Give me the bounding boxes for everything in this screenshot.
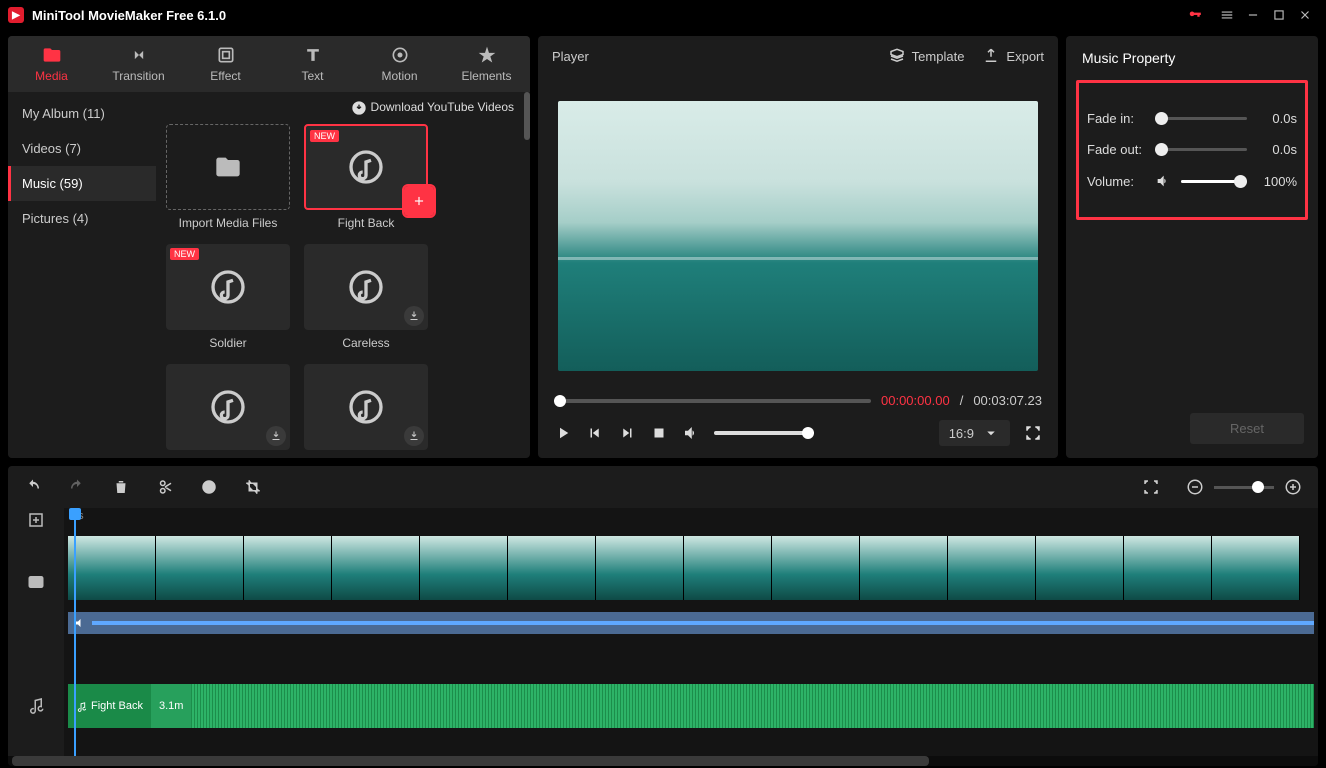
video-track-icon: [8, 532, 64, 632]
tile-caption: Careless: [342, 336, 389, 350]
new-badge: NEW: [310, 130, 339, 142]
download-icon[interactable]: [404, 306, 424, 326]
import-media-tile[interactable]: [166, 124, 290, 210]
reset-button[interactable]: Reset: [1190, 413, 1304, 444]
add-track-button[interactable]: [8, 508, 64, 532]
media-sidebar: My Album (11) Videos (7) Music (59) Pict…: [8, 92, 156, 458]
menu-icon[interactable]: [1214, 2, 1240, 28]
seek-slider[interactable]: [554, 399, 871, 403]
playhead[interactable]: [74, 508, 76, 756]
tab-media[interactable]: Media: [8, 36, 95, 92]
maximize-button[interactable]: [1266, 2, 1292, 28]
music-tile-fight-back[interactable]: NEW: [304, 124, 428, 210]
app-logo: ▶: [8, 7, 24, 23]
play-button[interactable]: [554, 424, 572, 442]
duration: 00:03:07.23: [973, 393, 1042, 408]
split-button[interactable]: [156, 478, 174, 496]
volume-icon[interactable]: [682, 424, 700, 442]
tab-elements[interactable]: Elements: [443, 36, 530, 92]
undo-button[interactable]: [24, 478, 42, 496]
tile-caption: Fight Back: [338, 216, 395, 230]
volume-icon[interactable]: [1155, 173, 1171, 189]
fullscreen-button[interactable]: [1024, 424, 1042, 442]
next-frame-button[interactable]: [618, 424, 636, 442]
music-tile-soldier[interactable]: NEW: [166, 244, 290, 330]
music-tile[interactable]: [166, 364, 290, 450]
delete-button[interactable]: [112, 478, 130, 496]
volume-slider[interactable]: [714, 431, 814, 435]
close-button[interactable]: [1292, 2, 1318, 28]
timeline-h-scrollbar[interactable]: [8, 756, 1318, 766]
sidebar-item-album[interactable]: My Album (11): [8, 96, 156, 131]
download-icon[interactable]: [404, 426, 424, 446]
fade-out-slider[interactable]: [1155, 148, 1247, 151]
music-clip[interactable]: Fight Back 3.1m: [68, 684, 1314, 728]
timeline-toolbar: [8, 466, 1318, 508]
music-clip-length: 3.1m: [159, 700, 183, 712]
music-clip-name: Fight Back: [91, 700, 143, 712]
music-track-icon: [8, 678, 64, 732]
sidebar-item-videos[interactable]: Videos (7): [8, 131, 156, 166]
import-caption: Import Media Files: [179, 216, 278, 230]
export-button[interactable]: Export: [982, 47, 1044, 65]
speed-button[interactable]: [200, 478, 218, 496]
tab-effect[interactable]: Effect: [182, 36, 269, 92]
volume-value: 100%: [1257, 174, 1297, 189]
prev-frame-button[interactable]: [586, 424, 604, 442]
music-tile[interactable]: [304, 364, 428, 450]
fade-out-label: Fade out:: [1087, 142, 1145, 157]
volume-label: Volume:: [1087, 174, 1145, 189]
time-ruler[interactable]: 0s: [64, 508, 1318, 532]
crop-button[interactable]: [244, 478, 262, 496]
current-time: 00:00:00.00: [881, 393, 950, 408]
player-panel: Player Template Export 00:00:00.00 / 00:…: [538, 36, 1058, 458]
tile-caption: Soldier: [209, 336, 246, 350]
tab-transition[interactable]: Transition: [95, 36, 182, 92]
property-highlight: Fade in: 0.0s Fade out: 0.0s Volume: 100…: [1076, 80, 1308, 220]
sidebar-item-music[interactable]: Music (59): [8, 166, 156, 201]
zoom-in-button[interactable]: [1284, 478, 1302, 496]
fade-in-label: Fade in:: [1087, 111, 1145, 126]
video-track[interactable]: [68, 532, 1318, 612]
redo-button[interactable]: [68, 478, 86, 496]
new-badge: NEW: [170, 248, 199, 260]
media-panel: Media Transition Effect Text Motion Elem…: [8, 36, 530, 458]
player-title: Player: [552, 49, 589, 64]
download-icon[interactable]: [266, 426, 286, 446]
video-preview[interactable]: [558, 101, 1038, 371]
add-to-timeline-button[interactable]: [404, 186, 434, 216]
aspect-ratio-select[interactable]: 16:9: [939, 420, 1010, 446]
music-tile-careless[interactable]: [304, 244, 428, 330]
minimize-button[interactable]: [1240, 2, 1266, 28]
fade-out-value: 0.0s: [1257, 142, 1297, 157]
tab-text[interactable]: Text: [269, 36, 356, 92]
key-icon[interactable]: [1182, 2, 1208, 28]
linked-audio-track[interactable]: [68, 612, 1314, 634]
fit-button[interactable]: [1142, 478, 1160, 496]
tab-motion[interactable]: Motion: [356, 36, 443, 92]
volume-prop-slider[interactable]: [1181, 180, 1247, 183]
main-tabs: Media Transition Effect Text Motion Elem…: [8, 36, 530, 92]
template-button[interactable]: Template: [888, 47, 965, 65]
property-panel: Music Property Fade in: 0.0s Fade out: 0…: [1066, 36, 1318, 458]
zoom-slider[interactable]: [1214, 486, 1274, 489]
stop-button[interactable]: [650, 424, 668, 442]
fade-in-value: 0.0s: [1257, 111, 1297, 126]
zoom-out-button[interactable]: [1186, 478, 1204, 496]
sidebar-item-pictures[interactable]: Pictures (4): [8, 201, 156, 236]
download-youtube-link[interactable]: Download YouTube Videos: [156, 92, 530, 124]
timeline-panel: 0s Fight Back 3.1m: [8, 466, 1318, 766]
property-header: Music Property: [1066, 36, 1318, 80]
app-title: MiniTool MovieMaker Free 6.1.0: [32, 8, 226, 23]
scrollbar[interactable]: [524, 92, 530, 140]
titlebar: ▶ MiniTool MovieMaker Free 6.1.0: [0, 0, 1326, 30]
fade-in-slider[interactable]: [1155, 117, 1247, 120]
